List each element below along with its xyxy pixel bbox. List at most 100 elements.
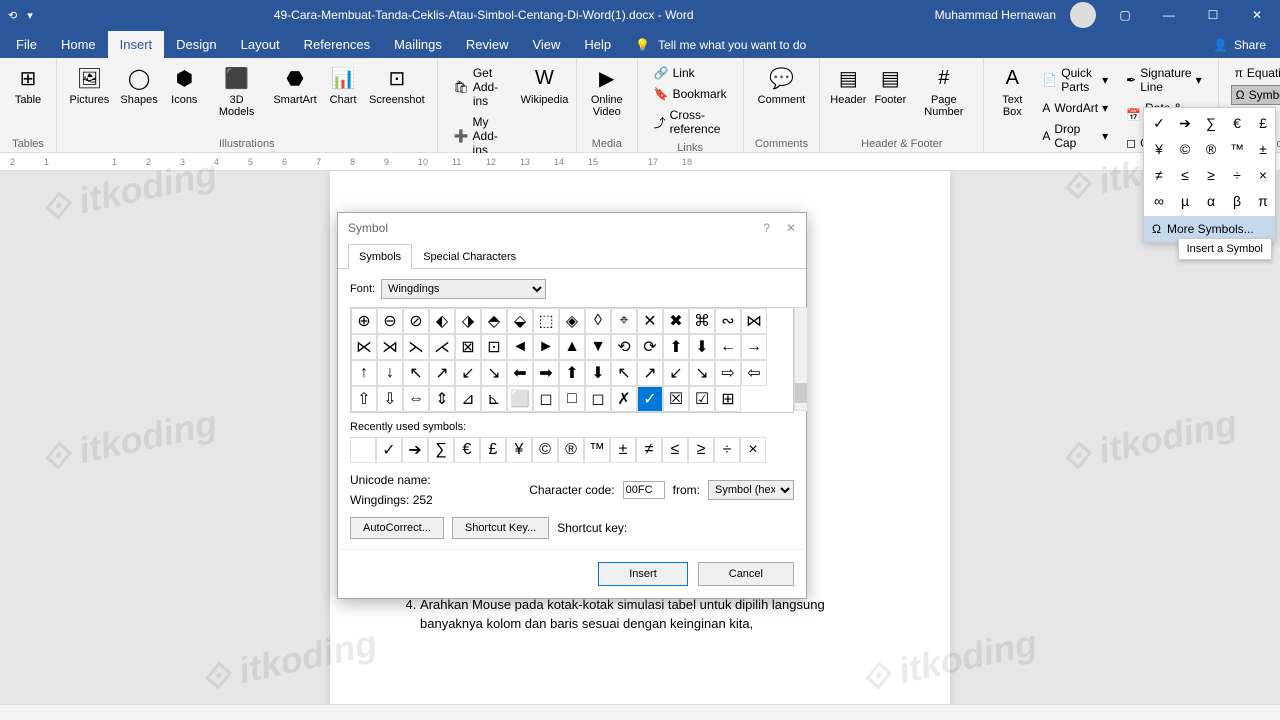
- pictures-button[interactable]: 🖼Pictures: [65, 62, 114, 108]
- qat-customize[interactable]: ▾: [27, 9, 33, 22]
- crossref-button[interactable]: ⤴Cross-reference: [650, 106, 731, 138]
- scroll-thumb[interactable]: [795, 383, 807, 403]
- recent-symbol-cell[interactable]: ≠: [636, 437, 662, 463]
- dialog-close-button[interactable]: ✕: [786, 221, 796, 235]
- tab-home[interactable]: Home: [49, 31, 108, 58]
- quick-symbol-cell[interactable]: ¥: [1146, 136, 1172, 162]
- tab-mailings[interactable]: Mailings: [382, 31, 454, 58]
- symbol-cell[interactable]: ⋋: [403, 334, 429, 360]
- symbol-cell[interactable]: ↓: [377, 360, 403, 386]
- symbol-cell[interactable]: ↙: [455, 360, 481, 386]
- symbol-cell[interactable]: ⊾: [481, 386, 507, 412]
- textbox-button[interactable]: AText Box: [992, 62, 1032, 120]
- symbol-cell[interactable]: ⬚: [533, 308, 559, 334]
- quick-symbol-cell[interactable]: ÷: [1224, 162, 1250, 188]
- close-button[interactable]: ✕: [1242, 8, 1272, 22]
- symbol-cell[interactable]: ⊠: [455, 334, 481, 360]
- recent-symbol-cell[interactable]: [350, 437, 376, 463]
- tab-references[interactable]: References: [292, 31, 382, 58]
- symbol-cell[interactable]: ⬜: [507, 386, 533, 412]
- recent-symbol-cell[interactable]: ✓: [376, 437, 402, 463]
- symbol-cell[interactable]: ↙: [663, 360, 689, 386]
- symbol-cell[interactable]: ⊘: [403, 308, 429, 334]
- comment-button[interactable]: 💬Comment: [752, 62, 812, 108]
- symbol-cell[interactable]: ▼: [585, 334, 611, 360]
- symbol-cell[interactable]: →: [741, 334, 767, 360]
- symbol-cell[interactable]: ⬗: [455, 308, 481, 334]
- quick-symbol-cell[interactable]: µ: [1172, 188, 1198, 214]
- symbol-cell[interactable]: ⋊: [377, 334, 403, 360]
- autocorrect-button[interactable]: AutoCorrect...: [350, 517, 444, 539]
- font-select[interactable]: Wingdings: [381, 279, 546, 299]
- quick-symbol-cell[interactable]: ≠: [1146, 162, 1172, 188]
- tab-file[interactable]: File: [4, 31, 49, 58]
- recent-symbol-cell[interactable]: ➔: [402, 437, 428, 463]
- symbol-cell[interactable]: ↗: [429, 360, 455, 386]
- symbol-cell[interactable]: ⬆: [559, 360, 585, 386]
- recent-symbol-cell[interactable]: ±: [610, 437, 636, 463]
- symbol-cell[interactable]: ↘: [689, 360, 715, 386]
- symbol-cell[interactable]: ►: [533, 334, 559, 360]
- pagenum-button[interactable]: #Page Number: [912, 62, 975, 120]
- symbol-cell[interactable]: ⌘: [689, 308, 715, 334]
- insert-button[interactable]: Insert: [598, 562, 688, 586]
- get-addins-button[interactable]: 🛍Get Add-ins: [450, 64, 516, 110]
- symbol-cell[interactable]: ◄: [507, 334, 533, 360]
- symbol-cell[interactable]: ⬘: [481, 308, 507, 334]
- quick-symbol-cell[interactable]: ∑: [1198, 110, 1224, 136]
- recent-symbol-cell[interactable]: ≤: [662, 437, 688, 463]
- quick-symbol-cell[interactable]: ∞: [1146, 188, 1172, 214]
- maximize-button[interactable]: ☐: [1198, 8, 1228, 22]
- link-button[interactable]: 🔗Link: [650, 64, 731, 82]
- quick-symbol-cell[interactable]: £: [1250, 110, 1276, 136]
- symbol-cell[interactable]: ⟳: [637, 334, 663, 360]
- symbol-cell[interactable]: ↗: [637, 360, 663, 386]
- symbol-cell[interactable]: □: [559, 386, 585, 412]
- symbol-cell[interactable]: ⇩: [377, 386, 403, 412]
- symbol-cell[interactable]: ⬇: [689, 334, 715, 360]
- table-button[interactable]: ⊞Table: [8, 62, 48, 108]
- screenshot-button[interactable]: ⊡Screenshot: [365, 62, 428, 108]
- ruler[interactable]: 21 12 34 56 78 910 1112 1314 1517 18: [0, 153, 1280, 171]
- tab-review[interactable]: Review: [454, 31, 521, 58]
- symbol-button[interactable]: ΩSymbol▾: [1231, 85, 1280, 105]
- quick-symbol-cell[interactable]: ≤: [1172, 162, 1198, 188]
- recent-symbol-cell[interactable]: £: [480, 437, 506, 463]
- 3dmodels-button[interactable]: ⬛3D Models: [206, 62, 267, 120]
- symbol-cell[interactable]: ➡: [533, 360, 559, 386]
- quick-symbol-cell[interactable]: ×: [1250, 162, 1276, 188]
- online-video-button[interactable]: ▶Online Video: [585, 62, 629, 120]
- from-select[interactable]: Symbol (hex): [708, 480, 794, 500]
- recent-symbol-cell[interactable]: ®: [558, 437, 584, 463]
- symbol-cell[interactable]: ☒: [663, 386, 689, 412]
- symbol-cell[interactable]: ◻: [585, 386, 611, 412]
- icons-button[interactable]: ⬢Icons: [164, 62, 204, 108]
- bookmark-button[interactable]: 🔖Bookmark: [650, 85, 731, 103]
- scrollbar[interactable]: [794, 307, 808, 411]
- symbol-cell[interactable]: ◻: [533, 386, 559, 412]
- share-button[interactable]: 👤Share: [1199, 32, 1280, 58]
- recent-symbol-cell[interactable]: ™: [584, 437, 610, 463]
- tab-view[interactable]: View: [520, 31, 572, 58]
- quick-symbol-cell[interactable]: €: [1224, 110, 1250, 136]
- help-button[interactable]: ?: [763, 221, 770, 235]
- symbol-cell[interactable]: ⋉: [351, 334, 377, 360]
- symbol-cell[interactable]: ⬖: [429, 308, 455, 334]
- symbol-cell[interactable]: ✖: [663, 308, 689, 334]
- symbol-cell[interactable]: ⇨: [715, 360, 741, 386]
- symbol-cell[interactable]: ⇦: [741, 360, 767, 386]
- special-chars-tab[interactable]: Special Characters: [412, 244, 527, 269]
- symbol-cell[interactable]: ▲: [559, 334, 585, 360]
- quick-symbol-cell[interactable]: ≥: [1198, 162, 1224, 188]
- charcode-input[interactable]: [623, 481, 665, 499]
- symbol-cell[interactable]: ⇕: [429, 386, 455, 412]
- tab-layout[interactable]: Layout: [229, 31, 292, 58]
- symbol-cell[interactable]: ↘: [481, 360, 507, 386]
- symbol-cell[interactable]: ⇧: [351, 386, 377, 412]
- quick-symbol-cell[interactable]: ™: [1224, 136, 1250, 162]
- symbol-cell[interactable]: ↖: [611, 360, 637, 386]
- quick-symbol-cell[interactable]: β: [1224, 188, 1250, 214]
- quick-symbol-cell[interactable]: ➔: [1172, 110, 1198, 136]
- recent-symbol-cell[interactable]: ×: [740, 437, 766, 463]
- quick-symbol-cell[interactable]: π: [1250, 188, 1276, 214]
